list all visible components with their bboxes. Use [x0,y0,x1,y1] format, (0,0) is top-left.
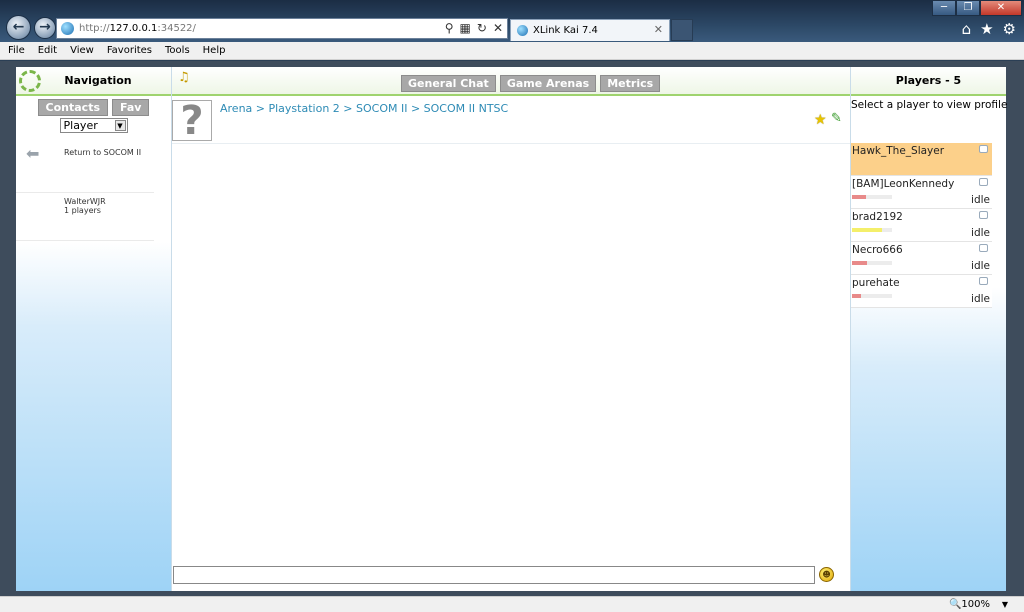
chevron-down-icon: ▼ [114,120,126,131]
player-name: purehate [852,277,900,289]
player-row[interactable]: [BAM]LeonKennedy idle [851,176,992,209]
page-viewport: Navigation Contacts Fav Player ▼ ⬅ Retur… [0,61,1024,596]
xlink-logo-icon [19,69,41,92]
player-row[interactable]: purehate idle [851,275,992,308]
pencil-icon[interactable]: ✎ [831,111,842,126]
navigation-panel: Navigation Contacts Fav Player ▼ ⬅ Retur… [16,67,172,591]
arrow-left-icon: ← [12,19,25,35]
menu-file[interactable]: File [8,45,25,56]
address-bar[interactable]: http://127.0.0.1:34522/ ⚲ ▦ ↻ ✕ [56,18,508,39]
refresh-icon[interactable]: ↻ [477,21,487,35]
tab-metrics[interactable]: Metrics [600,75,661,92]
player-activity-bar [852,195,892,199]
chevron-down-icon[interactable]: ▼ [1002,600,1008,609]
user-entry[interactable]: WalterWJR 1 players [16,193,154,241]
browser-titlebar: ← → http://127.0.0.1:34522/ ⚲ ▦ ↻ ✕ XLin… [0,0,1024,42]
player-row[interactable]: brad2192 idle [851,209,992,242]
player-status: idle [971,227,990,239]
players-panel: Players - 5 Select a player to view prof… [850,67,1008,591]
message-bubble-icon[interactable] [979,211,988,219]
tab-contacts[interactable]: Contacts [37,99,108,116]
message-bubble-icon[interactable] [979,244,988,252]
tab-general-chat[interactable]: General Chat [401,75,496,92]
globe-icon [61,22,74,35]
player-activity-bar [852,228,892,232]
back-button[interactable]: ← [6,15,31,40]
chat-input[interactable] [173,566,815,584]
arena-breadcrumb-row: ? Arena > Playstation 2 > SOCOM II > SOC… [172,98,850,144]
minimize-button[interactable]: ─ [932,0,956,16]
arrow-right-icon: → [39,19,51,35]
game-placeholder-image: ? [172,100,212,141]
player-activity-bar [852,294,892,298]
user-name: WalterWJR [64,197,106,206]
menu-view[interactable]: View [70,45,94,56]
xlink-kai-app: Navigation Contacts Fav Player ▼ ⬅ Retur… [16,67,1008,591]
menu-bar: File Edit View Favorites Tools Help [0,42,1024,60]
status-bar: 🔍100% ▼ [0,596,1024,612]
forward-button[interactable]: → [34,17,56,39]
browser-tab[interactable]: XLink Kai 7.4 ✕ [510,19,670,41]
menu-help[interactable]: Help [203,45,226,56]
smiley-icon[interactable]: ☻ [819,567,834,582]
player-row[interactable]: Hawk_The_Slayer [851,143,992,176]
compat-view-icon[interactable]: ▦ [460,21,471,35]
address-url: http://127.0.0.1:34522/ [79,23,196,34]
navigation-title: Navigation [64,74,132,87]
globe-icon [517,25,528,36]
player-status: idle [971,194,990,206]
music-note-icon[interactable]: ♫ [178,70,190,85]
player-activity-fill [852,228,882,232]
navigation-header: Navigation [16,67,171,96]
new-tab-button[interactable] [671,19,693,41]
navigation-list: ⬅ Return to SOCOM II WalterWJR 1 players [16,145,154,241]
tab-game-arenas[interactable]: Game Arenas [499,75,597,92]
player-name: Hawk_The_Slayer [852,145,945,157]
favorites-star-icon[interactable]: ★ [980,20,993,38]
user-player-count: 1 players [64,206,101,215]
player-name: Necro666 [852,244,903,256]
tab-fav[interactable]: Fav [112,99,150,116]
select-value: Player [63,119,98,132]
close-icon[interactable]: ✕ [654,23,663,36]
player-name: [BAM]LeonKennedy [852,178,955,190]
breadcrumb[interactable]: Arena > Playstation 2 > SOCOM II > SOCOM… [220,102,508,115]
close-window-button[interactable]: ✕ [980,0,1022,16]
chat-messages-area [172,147,850,563]
chat-panel: ♫ General Chat Game Arenas Metrics ? Are… [172,67,850,591]
menu-tools[interactable]: Tools [165,45,190,56]
menu-edit[interactable]: Edit [38,45,57,56]
players-title: Players - 5 [851,67,1006,96]
menu-favorites[interactable]: Favorites [107,45,152,56]
search-icon[interactable]: ⚲ [445,21,454,35]
return-label: Return to SOCOM II [64,148,142,157]
zoom-level[interactable]: 🔍100% [949,599,990,610]
player-status: idle [971,260,990,272]
player-status: idle [971,293,990,305]
return-link[interactable]: ⬅ Return to SOCOM II [16,145,154,193]
player-type-select[interactable]: Player ▼ [59,118,128,133]
message-bubble-icon[interactable] [979,145,988,153]
home-icon[interactable]: ⌂ [962,20,972,38]
maximize-button[interactable]: ❐ [956,0,980,16]
player-name: brad2192 [852,211,903,223]
back-arrow-icon: ⬅ [26,144,40,163]
player-list: Hawk_The_Slayer [BAM]LeonKennedy idle brad2… [851,143,992,308]
stop-icon[interactable]: ✕ [493,21,503,35]
player-activity-bar [852,261,892,265]
player-row[interactable]: Necro666 idle [851,242,992,275]
tab-title: XLink Kai 7.4 [533,25,598,36]
gear-icon[interactable]: ⚙ [1003,20,1016,38]
player-activity-fill [852,195,866,199]
player-activity-fill [852,261,868,265]
favorite-star-icon[interactable]: ★ [814,112,827,128]
player-activity-fill [852,294,861,298]
message-bubble-icon[interactable] [979,178,988,186]
chat-header: ♫ General Chat Game Arenas Metrics [172,67,850,96]
message-bubble-icon[interactable] [979,277,988,285]
players-hint: Select a player to view profile [851,99,1008,111]
